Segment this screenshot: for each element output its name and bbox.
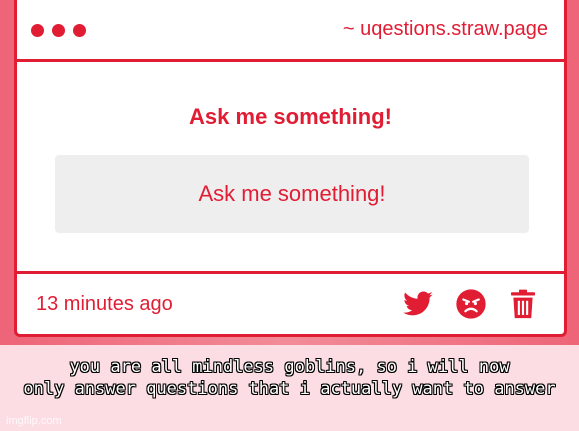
angry-react-button[interactable]: [455, 288, 487, 320]
window-titlebar: ~ uqestions.straw.page: [17, 0, 564, 62]
meme-caption: you are all mindless goblins, so i will …: [23, 357, 556, 399]
page: ~ uqestions.straw.page Ask me something!…: [0, 0, 579, 431]
delete-button[interactable]: [507, 288, 539, 320]
timestamp: 13 minutes ago: [36, 293, 173, 315]
angry-face-icon: [456, 289, 486, 319]
question-input[interactable]: Ask me something!: [55, 155, 529, 233]
watermark: imgflip.com: [6, 415, 62, 427]
address-text: ~ uqestions.straw.page: [342, 18, 548, 40]
twitter-share-button[interactable]: [402, 288, 434, 320]
window-dot-1: [31, 24, 44, 37]
card-footer: 13 minutes ago: [17, 271, 564, 334]
twitter-icon: [403, 291, 433, 316]
trash-icon: [511, 289, 535, 319]
prompt-heading: Ask me something!: [189, 104, 392, 129]
window-dot-3: [73, 24, 86, 37]
question-card: ~ uqestions.straw.page Ask me something!…: [14, 0, 567, 337]
window-dot-2: [52, 24, 65, 37]
